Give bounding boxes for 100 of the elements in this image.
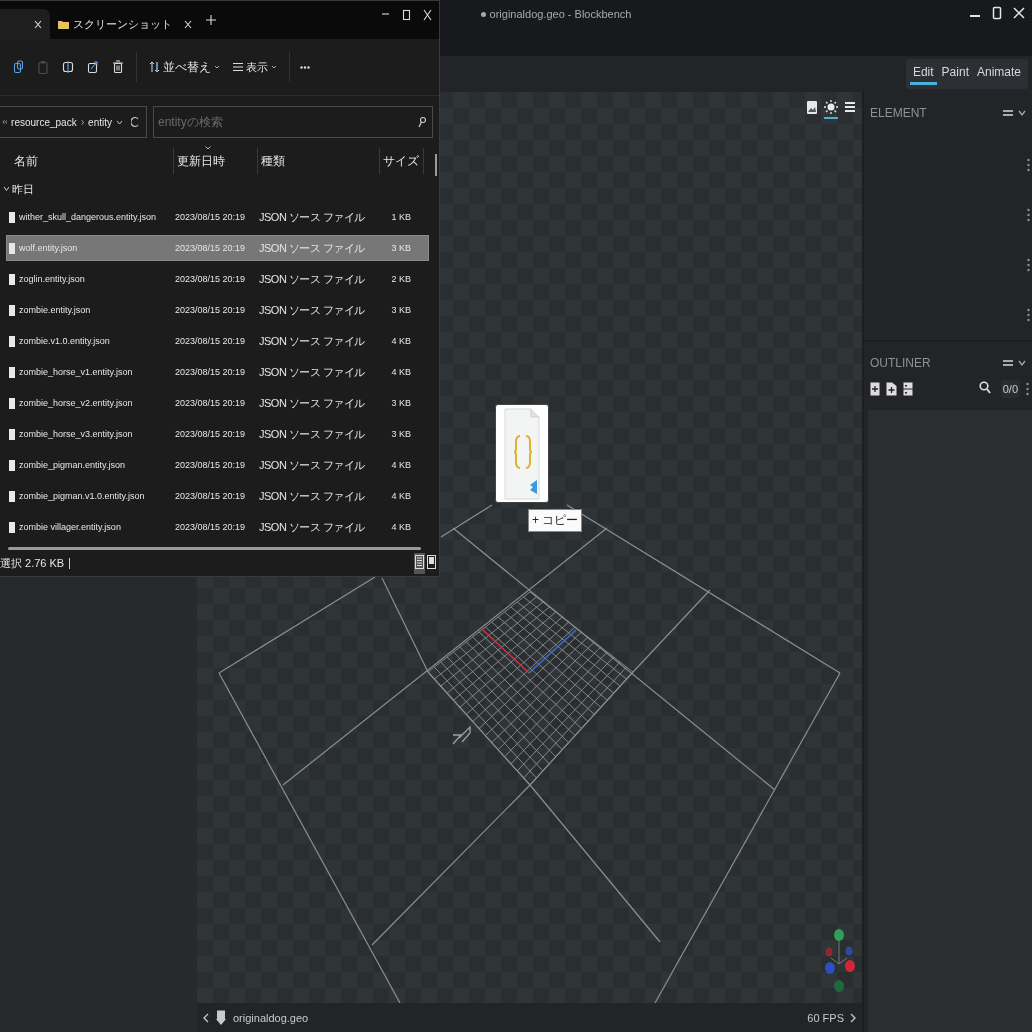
view-button[interactable]: 表示 [231, 57, 279, 77]
breadcrumb[interactable]: entity [88, 116, 112, 128]
fps-counter: 60 FPS [807, 1011, 844, 1024]
sort-button[interactable]: 並べ替え [147, 56, 222, 78]
collapse-icon[interactable] [1002, 358, 1014, 368]
folder-icon [58, 19, 69, 29]
file-name: wolf.entity.json [19, 243, 78, 253]
share-button[interactable] [85, 60, 101, 74]
group-header[interactable]: 昨日 [0, 174, 439, 204]
size-cell-text: 4 KB [390, 460, 412, 470]
file-row[interactable]: zombie.v1.0.entity.json 2023/08/15 20:19 JSON ソース ファイル 4 KB [6, 328, 429, 354]
chevron-left-icon[interactable] [203, 1012, 209, 1023]
caret-icon [271, 64, 277, 70]
details-view-icon [415, 554, 424, 569]
date-cell-text: 2023/08/15 20:19 [175, 429, 247, 439]
file-icon [9, 397, 15, 409]
file-name: zombie_pigman.entity.json [19, 460, 125, 470]
double-chevron-left-icon[interactable] [2, 119, 8, 125]
column-header[interactable]: 更新日時 [174, 148, 258, 174]
chevron-right-icon [80, 118, 85, 126]
date-cell-text: 2023/08/15 20:19 [175, 398, 247, 408]
file-row[interactable]: zombie_horse_v2.entity.json 2023/08/15 20:19 JSON ソース ファイル 3 KB [6, 390, 429, 416]
type-cell-text: JSON ソース ファイル [259, 271, 366, 287]
chevron-right-icon[interactable] [850, 1012, 856, 1023]
drop-action-tooltip: + コピー [528, 509, 583, 532]
search-icon[interactable] [418, 116, 426, 128]
file-name: zoglin.entity.json [19, 274, 85, 284]
caret-icon [214, 64, 220, 70]
details-view-button[interactable] [414, 552, 425, 574]
scrollbar[interactable] [8, 547, 421, 550]
add-cube-icon[interactable] [870, 382, 880, 396]
collapse-all-icon[interactable] [903, 382, 913, 396]
file-icon [9, 211, 15, 223]
element-counter: 0/0 [1000, 380, 1020, 398]
date-cell-text: 2023/08/15 20:19 [175, 522, 247, 532]
column-header[interactable]: 種類 [258, 148, 380, 174]
search-field[interactable]: entityの検索 [153, 106, 433, 138]
file-name: zombie_horse_v2.entity.json [19, 398, 133, 408]
size-cell-text: 3 KB [390, 243, 412, 253]
add-group-icon[interactable] [886, 382, 897, 396]
file-row[interactable]: zombie_horse_v1.entity.json 2023/08/15 20:19 JSON ソース ファイル 4 KB [6, 359, 429, 385]
file-icon [9, 490, 15, 502]
refresh-icon[interactable] [131, 116, 140, 128]
file-icon [9, 366, 15, 378]
address-bar[interactable]: resource_pack entity [0, 106, 147, 138]
new-tab-icon[interactable] [206, 15, 216, 25]
status-text: 選択 2.76 KB [0, 555, 65, 571]
north-marker-icon [452, 725, 471, 745]
type-cell-text: JSON ソース ファイル [259, 488, 366, 504]
date-cell-text: 2023/08/15 20:19 [175, 336, 247, 346]
copy-icon [12, 60, 24, 74]
file-download-icon [215, 1009, 227, 1026]
close-icon[interactable] [184, 19, 192, 29]
file-name: zombie_horse_v3.entity.json [19, 429, 133, 439]
chevron-down-icon[interactable] [116, 119, 123, 125]
file-row[interactable]: zombie_pigman.entity.json 2023/08/15 20:19 JSON ソース ファイル 4 KB [6, 452, 429, 478]
trash-button[interactable] [110, 60, 126, 74]
rename-button[interactable] [60, 60, 76, 74]
size-cell-text: 2 KB [390, 274, 412, 284]
date-cell-text: 2023/08/15 20:19 [175, 212, 247, 222]
close-icon[interactable] [34, 19, 42, 29]
breadcrumb[interactable]: resource_pack [11, 116, 77, 128]
file-icon [9, 335, 15, 347]
type-cell-text: JSON ソース ファイル [259, 240, 366, 256]
file-row[interactable]: zoglin.entity.json 2023/08/15 20:19 JSON ソース ファイル 2 KB [6, 266, 429, 292]
file-icon [9, 428, 15, 440]
chevron-down-icon[interactable] [1018, 358, 1026, 368]
mode-tab[interactable]: Edit [909, 63, 937, 85]
file-row[interactable]: wither_skull_dangerous.entity.json 2023/08/15 20:19 JSON ソース ファイル 1 KB [6, 204, 429, 230]
sort-icon [149, 61, 160, 73]
type-cell-text: JSON ソース ファイル [259, 364, 366, 380]
column-header[interactable]: サイズ [380, 148, 424, 174]
file-icon [9, 459, 15, 471]
maximize-icon[interactable] [990, 6, 1004, 20]
maximize-icon[interactable] [402, 9, 411, 21]
search-icon[interactable] [978, 381, 991, 394]
collapse-icon[interactable] [1002, 108, 1014, 118]
more-icon[interactable] [300, 65, 310, 69]
file-row[interactable]: zombie villager.entity.json 2023/08/15 20:19 JSON ソース ファイル 4 KB [6, 514, 429, 540]
size-cell-text: 1 KB [390, 212, 412, 222]
rename-icon [62, 60, 74, 74]
chevron-down-icon[interactable] [1018, 108, 1026, 118]
file-row[interactable]: zombie.entity.json 2023/08/15 20:19 JSON ソース ファイル 3 KB [6, 297, 429, 323]
file-icon [9, 521, 15, 533]
file-row[interactable]: zombie_horse_v3.entity.json 2023/08/15 20:19 JSON ソース ファイル 3 KB [6, 421, 429, 447]
size-cell-text: 3 KB [390, 429, 412, 439]
close-icon[interactable] [1012, 6, 1026, 20]
type-cell-text: JSON ソース ファイル [259, 457, 366, 473]
file-row[interactable]: wolf.entity.json 2023/08/15 20:19 JSON ソース ファイル 3 KB [6, 235, 429, 261]
mode-tab[interactable]: Paint [938, 63, 972, 85]
size-cell-text: 4 KB [390, 491, 412, 501]
type-cell-text: JSON ソース ファイル [259, 333, 366, 349]
sun-icon[interactable] [824, 100, 838, 119]
file-icon [9, 242, 15, 254]
column-header[interactable]: 名前 [0, 148, 174, 174]
size-cell-text: 4 KB [390, 367, 412, 377]
mode-tab[interactable]: Animate [973, 63, 1024, 85]
file-row[interactable]: zombie_pigman.v1.0.entity.json 2023/08/15 20:19 JSON ソース ファイル 4 KB [6, 483, 429, 509]
close-icon[interactable] [423, 9, 432, 21]
size-cell-text: 3 KB [390, 305, 412, 315]
